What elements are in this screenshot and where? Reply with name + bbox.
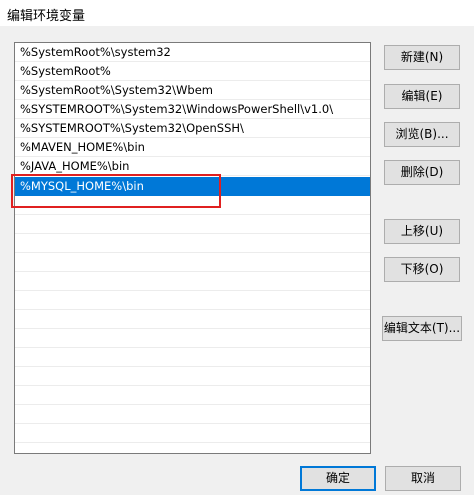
empty-row [15, 291, 370, 310]
move-up-button[interactable]: 上移(U) [384, 219, 460, 244]
empty-row [15, 405, 370, 424]
empty-row [15, 215, 370, 234]
empty-row [15, 196, 370, 215]
list-item-selected[interactable]: %MYSQL_HOME%\bin [15, 177, 370, 196]
empty-row [15, 424, 370, 443]
new-button[interactable]: 新建(N) [384, 45, 460, 70]
ok-button[interactable]: 确定 [300, 466, 376, 491]
empty-row [15, 367, 370, 386]
list-item[interactable]: %SystemRoot%\System32\Wbem [15, 81, 370, 100]
window-title: 编辑环境变量 [7, 9, 86, 24]
list-item[interactable]: %JAVA_HOME%\bin [15, 157, 370, 176]
empty-row [15, 329, 370, 348]
edit-text-button[interactable]: 编辑文本(T)... [382, 316, 462, 341]
list-item[interactable]: %SYSTEMROOT%\System32\OpenSSH\ [15, 119, 370, 138]
edit-env-variable-dialog: 编辑环境变量 %SystemRoot%\system32 %SystemRoot… [0, 0, 474, 495]
empty-row [15, 348, 370, 367]
list-item[interactable]: %SYSTEMROOT%\System32\WindowsPowerShell\… [15, 100, 370, 119]
list-item[interactable]: %SystemRoot% [15, 62, 370, 81]
delete-button[interactable]: 删除(D) [384, 160, 460, 185]
empty-row [15, 272, 370, 291]
cancel-button[interactable]: 取消 [385, 466, 461, 491]
list-item[interactable]: %SystemRoot%\system32 [15, 43, 370, 62]
empty-row [15, 310, 370, 329]
edit-button[interactable]: 编辑(E) [384, 84, 460, 109]
empty-row [15, 253, 370, 272]
path-list[interactable]: %SystemRoot%\system32 %SystemRoot% %Syst… [14, 42, 371, 454]
title-bar: 编辑环境变量 [0, 0, 474, 26]
move-down-button[interactable]: 下移(O) [384, 257, 460, 282]
empty-row [15, 386, 370, 405]
list-item[interactable]: %MAVEN_HOME%\bin [15, 138, 370, 157]
browse-button[interactable]: 浏览(B)... [384, 122, 460, 147]
empty-row [15, 234, 370, 253]
